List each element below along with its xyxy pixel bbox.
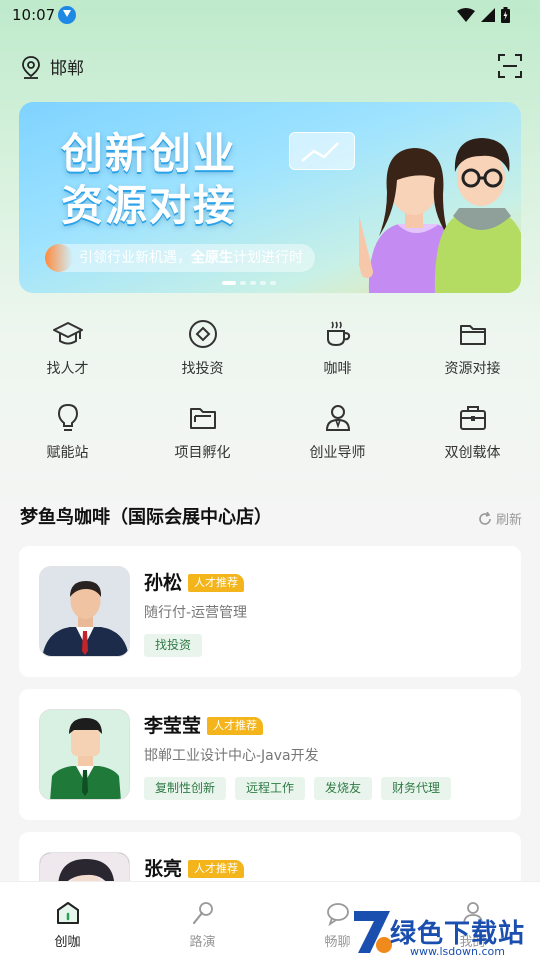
person-name-text: 张亮 — [144, 858, 183, 880]
feature-empower-station[interactable]: 赋能站 — [0, 396, 135, 480]
feature-find-investment[interactable]: 找投资 — [135, 312, 270, 396]
feature-project-incubation[interactable]: 项目孵化 — [135, 396, 270, 480]
battery-icon — [501, 7, 510, 23]
promo-banner[interactable]: 创新创业 资源对接 引领行业新机遇，全原生计划进行时 — [19, 102, 521, 293]
refresh-icon — [479, 511, 491, 525]
nav-label: 创咖 — [54, 935, 81, 950]
feature-resource-matching[interactable]: 资源对接 — [405, 312, 540, 396]
folder-icon — [459, 325, 486, 345]
status-indicators — [457, 7, 510, 23]
feature-label: 双创载体 — [444, 445, 501, 461]
status-time: 10:07 — [12, 6, 56, 24]
refresh-label: 刷新 — [495, 513, 522, 528]
status-bar: 10:07 — [0, 0, 540, 32]
person-name: 李莹莹 人才推荐 — [144, 711, 264, 738]
wifi-icon — [457, 8, 475, 22]
location-selector[interactable]: 邯郸 — [20, 54, 84, 79]
coin-icon — [188, 320, 217, 348]
chart-board-illustration — [289, 132, 355, 170]
open-folder-icon — [189, 408, 216, 429]
banner-title-line1: 创新创业 — [61, 129, 238, 178]
feature-find-talent[interactable]: 找人才 — [0, 312, 135, 396]
banner-dot — [270, 281, 276, 285]
person-card[interactable]: 孙松 人才推荐 随行付-运营管理 找投资 — [19, 546, 521, 677]
feature-coffee[interactable]: 咖啡 — [270, 312, 405, 396]
microphone-icon — [192, 902, 213, 925]
home-icon — [56, 902, 79, 924]
signal-icon — [481, 8, 495, 22]
avatar — [39, 709, 130, 800]
person-name: 张亮 人才推荐 — [144, 854, 245, 881]
person-card[interactable]: 李莹莹 人才推荐 邯郸工业设计中心-Java开发 复制性创新 远程工作 发烧友 财… — [19, 689, 521, 820]
feature-label: 赋能站 — [46, 445, 89, 461]
banner-title-line2: 资源对接 — [61, 181, 238, 230]
coffee-icon — [326, 321, 350, 347]
refresh-button[interactable]: 刷新 — [478, 509, 522, 528]
site-watermark: 绿色下载站 www.lsdown.com — [350, 905, 540, 960]
person-role: 邯郸工业设计中心-Java开发 — [144, 748, 319, 764]
feature-grid: 找人才 找投资 咖啡 资源对接 赋能站 项目孵化 创业导师 双创载体 — [0, 312, 540, 480]
nav-tab-chuangka[interactable]: 创咖 — [0, 882, 135, 960]
character-illustration-man — [434, 138, 521, 293]
lightbulb-icon — [57, 403, 78, 431]
tag[interactable]: 找投资 — [144, 634, 203, 657]
banner-subtitle-prefix: 引领行业新机遇， — [79, 250, 191, 266]
feature-label: 找人才 — [46, 361, 89, 377]
banner-subtitle-suffix: 计划进行时 — [233, 250, 303, 266]
feature-label: 咖啡 — [323, 361, 352, 377]
person-name-text: 孙松 — [144, 572, 183, 594]
banner-subtitle-bold: 全原生 — [191, 250, 233, 266]
tag[interactable]: 财务代理 — [381, 777, 452, 800]
feature-label: 找投资 — [181, 361, 224, 377]
talent-badge: 人才推荐 — [188, 860, 245, 878]
banner-dot — [240, 281, 246, 285]
location-city: 邯郸 — [50, 59, 84, 79]
avatar — [39, 566, 130, 657]
nav-tab-roadshow[interactable]: 路演 — [135, 882, 270, 960]
feature-label: 项目孵化 — [174, 445, 231, 461]
banner-dot — [260, 281, 266, 285]
location-pin-icon — [22, 55, 40, 79]
banner-subtitle: 引领行业新机遇，全原生计划进行时 — [45, 244, 315, 272]
chat-icon — [326, 903, 349, 926]
graduation-cap-icon — [52, 322, 83, 345]
section-header: 梦鱼鸟咖啡（国际会展中心店） 刷新 — [20, 503, 522, 533]
scan-icon[interactable] — [498, 54, 522, 78]
tag[interactable]: 复制性创新 — [144, 777, 227, 800]
person-role: 随行付-运营管理 — [144, 605, 248, 621]
nav-label: 畅聊 — [324, 935, 351, 950]
feature-label: 资源对接 — [444, 361, 501, 377]
talent-badge: 人才推荐 — [188, 574, 245, 592]
talent-badge: 人才推荐 — [207, 717, 264, 735]
person-name-text: 李莹莹 — [144, 715, 202, 737]
section-title: 梦鱼鸟咖啡（国际会展中心店） — [20, 507, 272, 528]
tag[interactable]: 远程工作 — [235, 777, 306, 800]
briefcase-icon — [459, 406, 486, 430]
banner-dot — [250, 281, 256, 285]
feature-dual-innovation-carrier[interactable]: 双创载体 — [405, 396, 540, 480]
tag-list: 找投资 — [144, 634, 203, 657]
tag[interactable]: 发烧友 — [314, 777, 373, 800]
banner-dot-active — [222, 281, 236, 285]
feature-label: 创业导师 — [309, 445, 366, 461]
tag-list: 复制性创新 远程工作 发烧友 财务代理 — [144, 777, 452, 800]
mentor-icon — [325, 405, 350, 431]
watermark-url: www.lsdown.com — [410, 945, 505, 958]
download-icon — [58, 6, 76, 24]
banner-pagination — [222, 281, 276, 285]
nav-label: 路演 — [189, 935, 216, 950]
banner-title: 创新创业 资源对接 — [61, 128, 237, 232]
person-name: 孙松 人才推荐 — [144, 568, 245, 595]
feature-mentor[interactable]: 创业导师 — [270, 396, 405, 480]
